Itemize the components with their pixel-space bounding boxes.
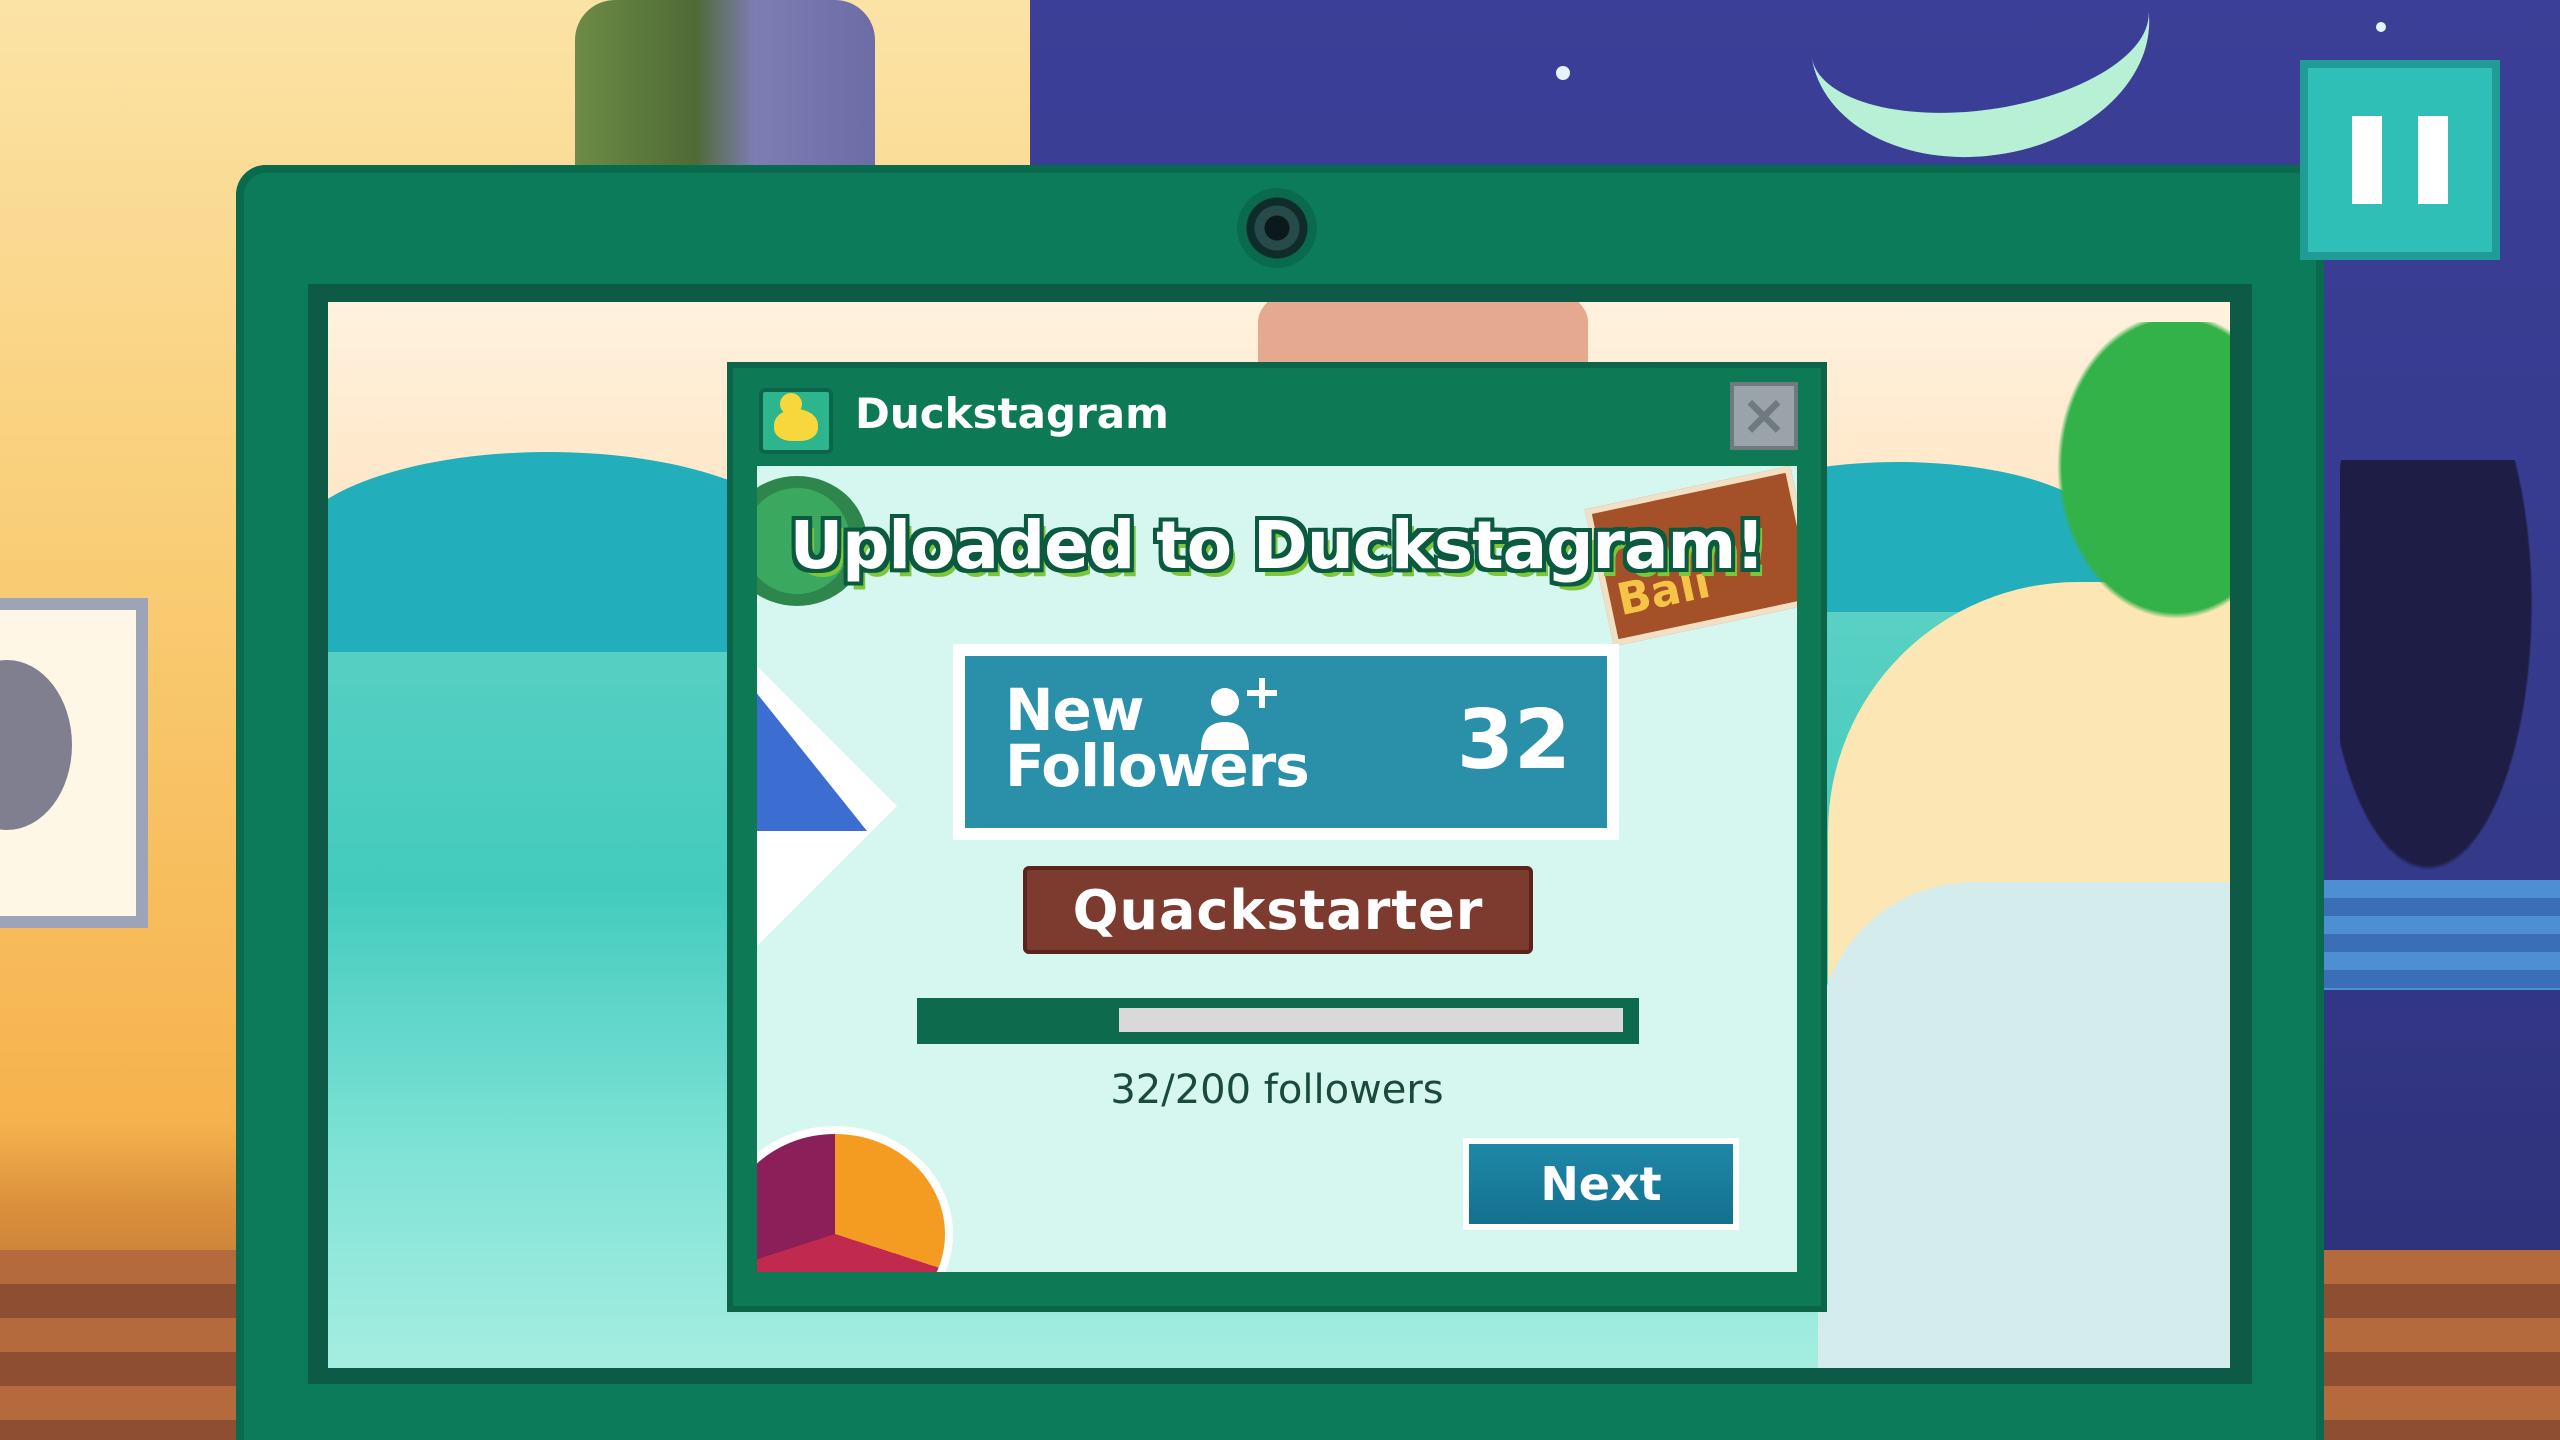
close-icon: × [1740,383,1788,448]
dialog-title: Duckstagram [855,389,1169,438]
star [1556,66,1570,80]
dialog-titlebar[interactable]: Duckstagram × [727,362,1827,466]
striped-sticker [757,1126,953,1272]
progress-fill [917,1008,1119,1032]
new-followers-count: 32 [1456,693,1571,788]
palm-tree [2008,322,2230,682]
dialog-body: KASI Bali Uploaded to Duckstagram! New F… [757,466,1797,1272]
new-followers-card: New Followers 32 [953,644,1619,840]
duck-shape [774,393,818,441]
next-button-label: Next [1540,1157,1662,1211]
star [2376,22,2386,32]
tier-label: Quackstarter [1072,878,1484,942]
curtain [575,0,875,180]
towel [1818,882,2230,1368]
duck-icon [759,388,833,454]
night-sea [2320,880,2560,990]
next-button[interactable]: Next [1463,1138,1739,1230]
person-plus-icon [1201,678,1277,750]
next-button-face[interactable]: Next [1469,1144,1733,1224]
followers-progress-bar [917,998,1639,1044]
picture-circle [0,660,72,830]
game-scene: Duckstagram × KASI Bali Uploaded to Duck… [0,0,2560,1440]
pause-button[interactable] [2300,60,2500,260]
kasi-sticker-text: KASI [759,796,841,829]
upload-headline: Uploaded to Duckstagram! [789,507,1766,584]
pause-icon [2418,116,2448,204]
followers-progress-text: 32/200 followers [1110,1067,1444,1113]
webcam [1237,188,1317,268]
close-button[interactable]: × [1730,382,1798,450]
wall-picture-frame [0,598,148,928]
duckstagram-dialog: Duckstagram × KASI Bali Uploaded to Duck… [727,362,1827,1312]
pause-icon [2352,116,2382,204]
new-followers-panel: New Followers 32 [965,656,1607,828]
tier-badge: Quackstarter [1023,866,1533,954]
night-palm-silhouette [2340,460,2560,940]
